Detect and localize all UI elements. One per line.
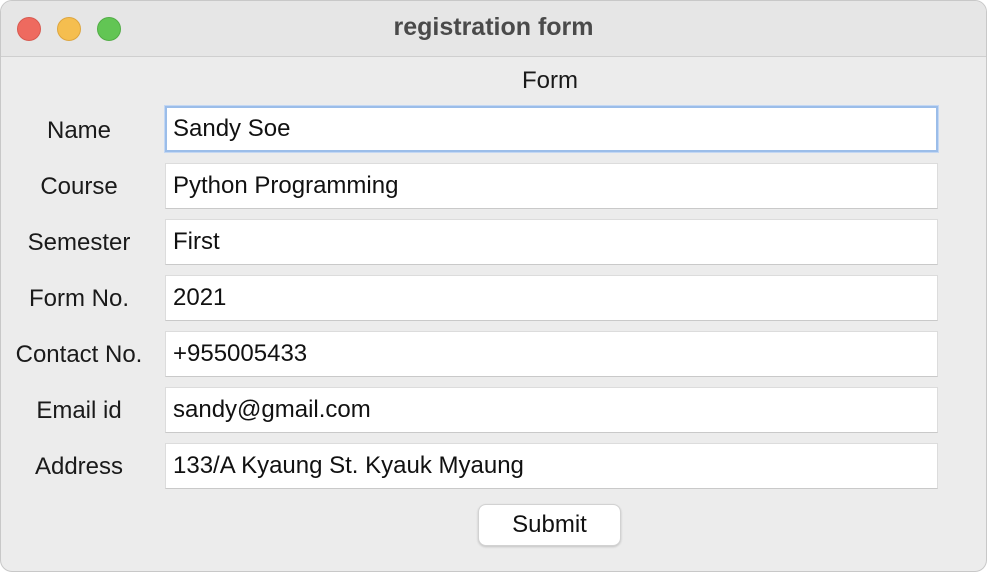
course-input[interactable]	[165, 163, 938, 209]
semester-label: Semester	[27, 229, 131, 256]
contact-no-label: Contact No.	[15, 341, 143, 368]
contact-no-input[interactable]	[165, 331, 938, 377]
submit-button[interactable]: Submit	[478, 504, 621, 546]
email-input[interactable]	[165, 387, 938, 433]
name-input[interactable]	[165, 106, 938, 152]
course-label: Course	[40, 173, 118, 200]
email-label: Email id	[36, 397, 122, 424]
address-input[interactable]	[165, 443, 938, 489]
name-label: Name	[46, 117, 112, 144]
form-heading: Form	[522, 67, 578, 94]
address-label: Address	[34, 453, 124, 480]
title-bar: registration form	[1, 1, 986, 57]
form-no-input[interactable]	[165, 275, 938, 321]
form-no-label: Form No.	[28, 285, 129, 312]
registration-window: registration form Form Name Course Semes…	[0, 0, 987, 572]
semester-input[interactable]	[165, 219, 938, 265]
window-title: registration form	[393, 13, 594, 41]
